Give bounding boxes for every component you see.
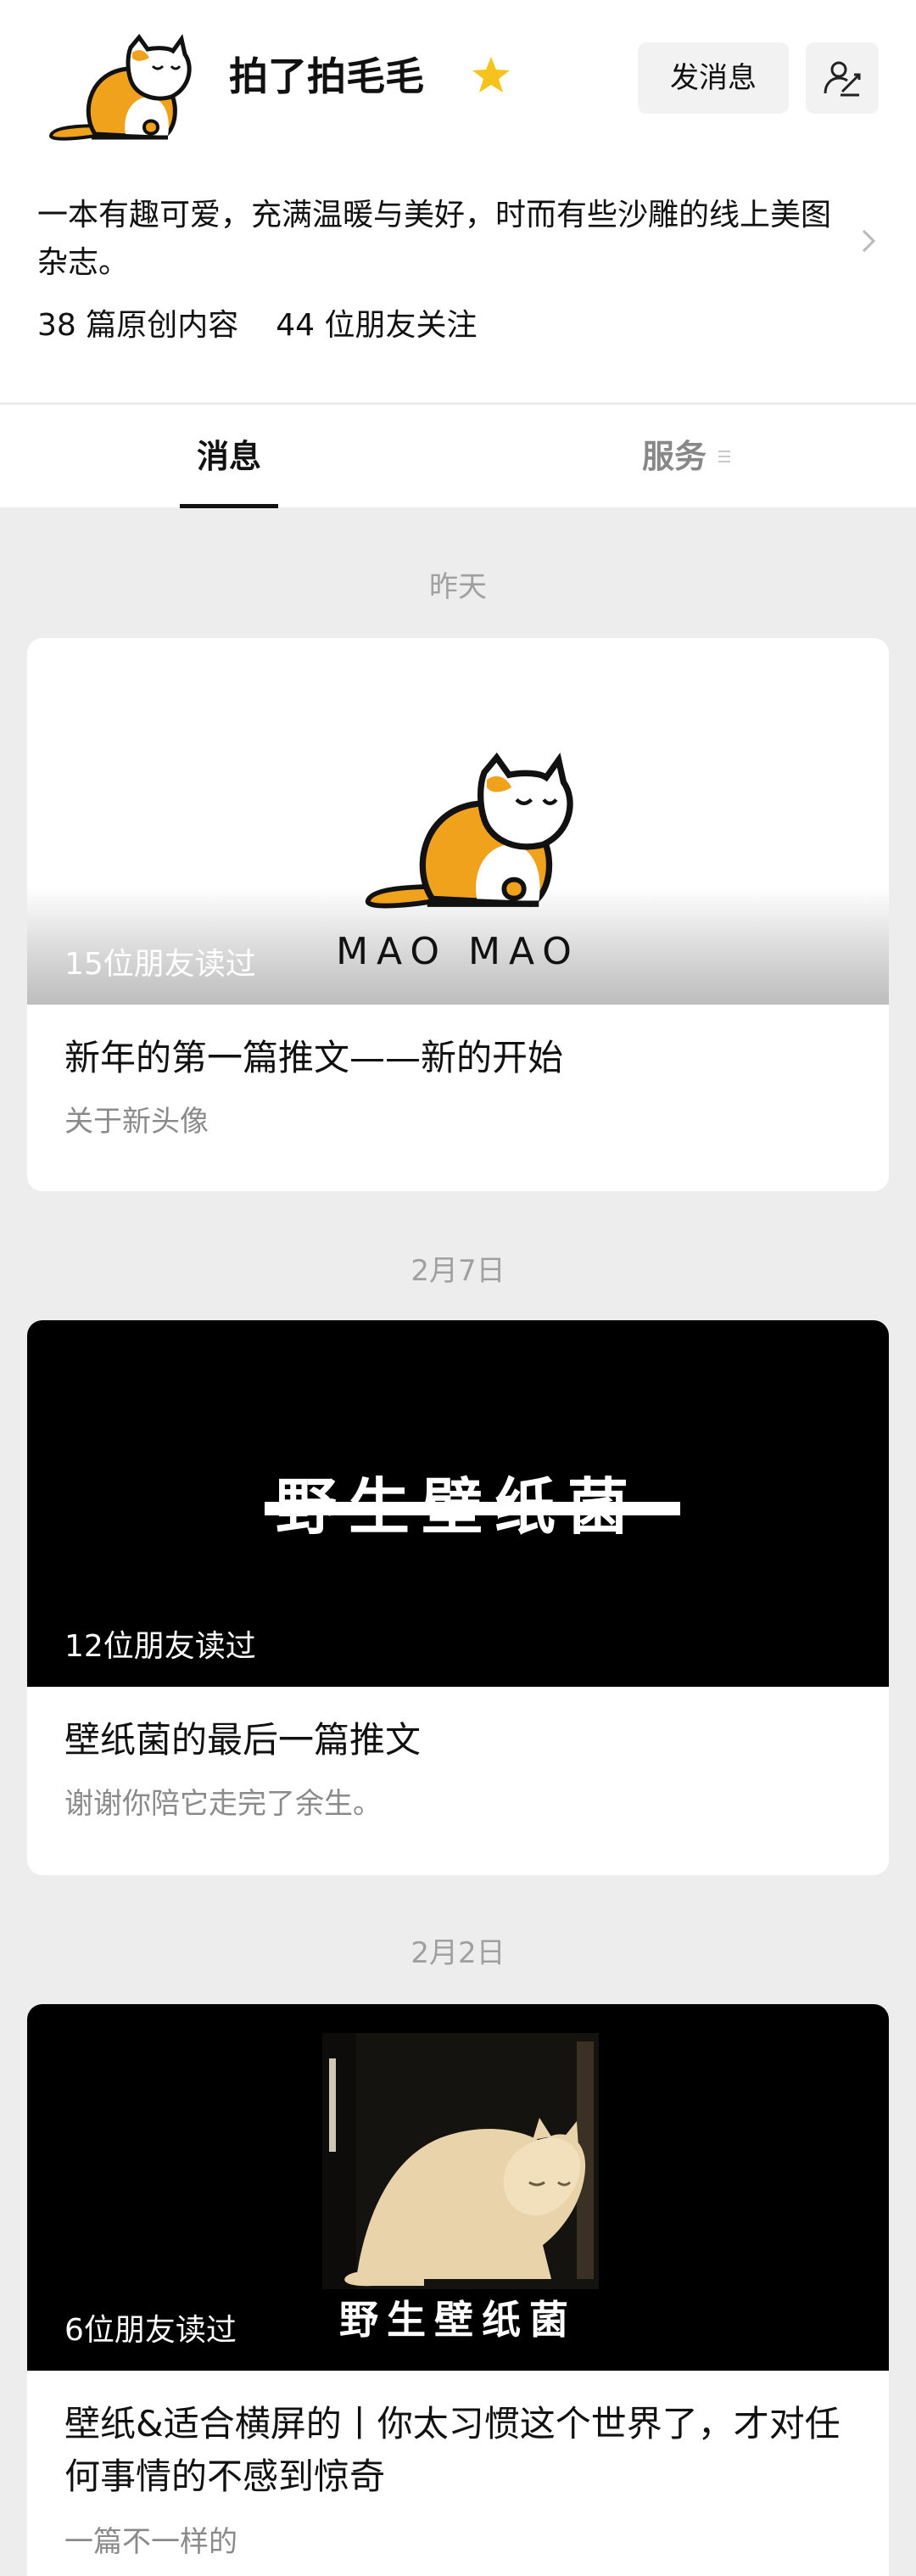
sleeping-cat-illustration: [322, 2033, 599, 2289]
cat-photo: [322, 2033, 599, 2289]
tab-messages-label: 消息: [196, 438, 261, 475]
send-message-button[interactable]: 发消息: [638, 42, 789, 114]
read-count: 15位朋友读过: [64, 947, 256, 982]
profile-button[interactable]: [806, 42, 879, 114]
article-title: 壁纸&适合横屏的丨你太习惯这个世界了，才对任何事情的不感到惊奇: [64, 2403, 841, 2497]
chevron-right-icon[interactable]: [857, 224, 880, 258]
cat-logo-icon: [365, 752, 573, 909]
tab-services[interactable]: 服务: [458, 405, 916, 508]
date-label: 昨天: [429, 570, 487, 604]
article-title: 新年的第一篇推文——新的开始: [64, 1037, 564, 1078]
article-card[interactable]: 野生壁纸菌 6位朋友读过 壁纸&适合横屏的丨你太习惯这个世界了，才对任何事情的不…: [27, 2004, 889, 2576]
tab-messages[interactable]: 消息: [0, 405, 458, 508]
article-cover: 野生壁纸菌 12位朋友读过: [27, 1320, 889, 1687]
date-label: 2月2日: [411, 1936, 505, 1970]
account-description: 一本有趣可爱，充满温暖与美好，时而有些沙雕的线上美图杂志。: [37, 198, 832, 280]
article-cover: MAO MAO 15位朋友读过: [27, 638, 889, 1005]
cat-avatar-icon[interactable]: [44, 32, 195, 143]
account-header: 拍了拍毛毛 发消息 一本有趣可爱，充满温暖与美好，时而有些沙雕的线上美图杂志。 …: [0, 0, 916, 402]
cover-title-text: 野生壁纸菌: [275, 1470, 640, 1543]
article-count: 38 篇原创内容: [37, 308, 239, 343]
date-label: 2月7日: [411, 1254, 505, 1288]
account-name: 拍了拍毛毛: [229, 53, 424, 99]
tab-services-label: 服务: [641, 438, 707, 475]
article-title: 壁纸菌的最后一篇推文: [64, 1719, 422, 1761]
article-subtitle: 关于新头像: [64, 1105, 209, 1139]
star-icon: [472, 57, 510, 92]
article-card[interactable]: 野生壁纸菌 12位朋友读过 壁纸菌的最后一篇推文 谢谢你陪它走完了余生。: [27, 1320, 889, 1875]
account-stats: 38 篇原创内容 44 位朋友关注: [37, 302, 478, 350]
active-tab-indicator: [180, 504, 278, 508]
tab-bar: 消息 服务: [0, 404, 916, 508]
read-count: 6位朋友读过: [64, 2313, 237, 2348]
read-count: 12位朋友读过: [64, 1629, 256, 1664]
person-sign-icon: [824, 61, 861, 97]
article-card[interactable]: MAO MAO 15位朋友读过 新年的第一篇推文——新的开始 关于新头像: [27, 638, 889, 1191]
menu-lines-icon: [718, 450, 730, 462]
article-subtitle: 一篇不一样的: [64, 2525, 237, 2559]
article-cover: 野生壁纸菌 6位朋友读过: [27, 2004, 889, 2371]
article-subtitle: 谢谢你陪它走完了余生。: [64, 1787, 382, 1821]
follower-count[interactable]: 44 位朋友关注: [276, 308, 477, 343]
